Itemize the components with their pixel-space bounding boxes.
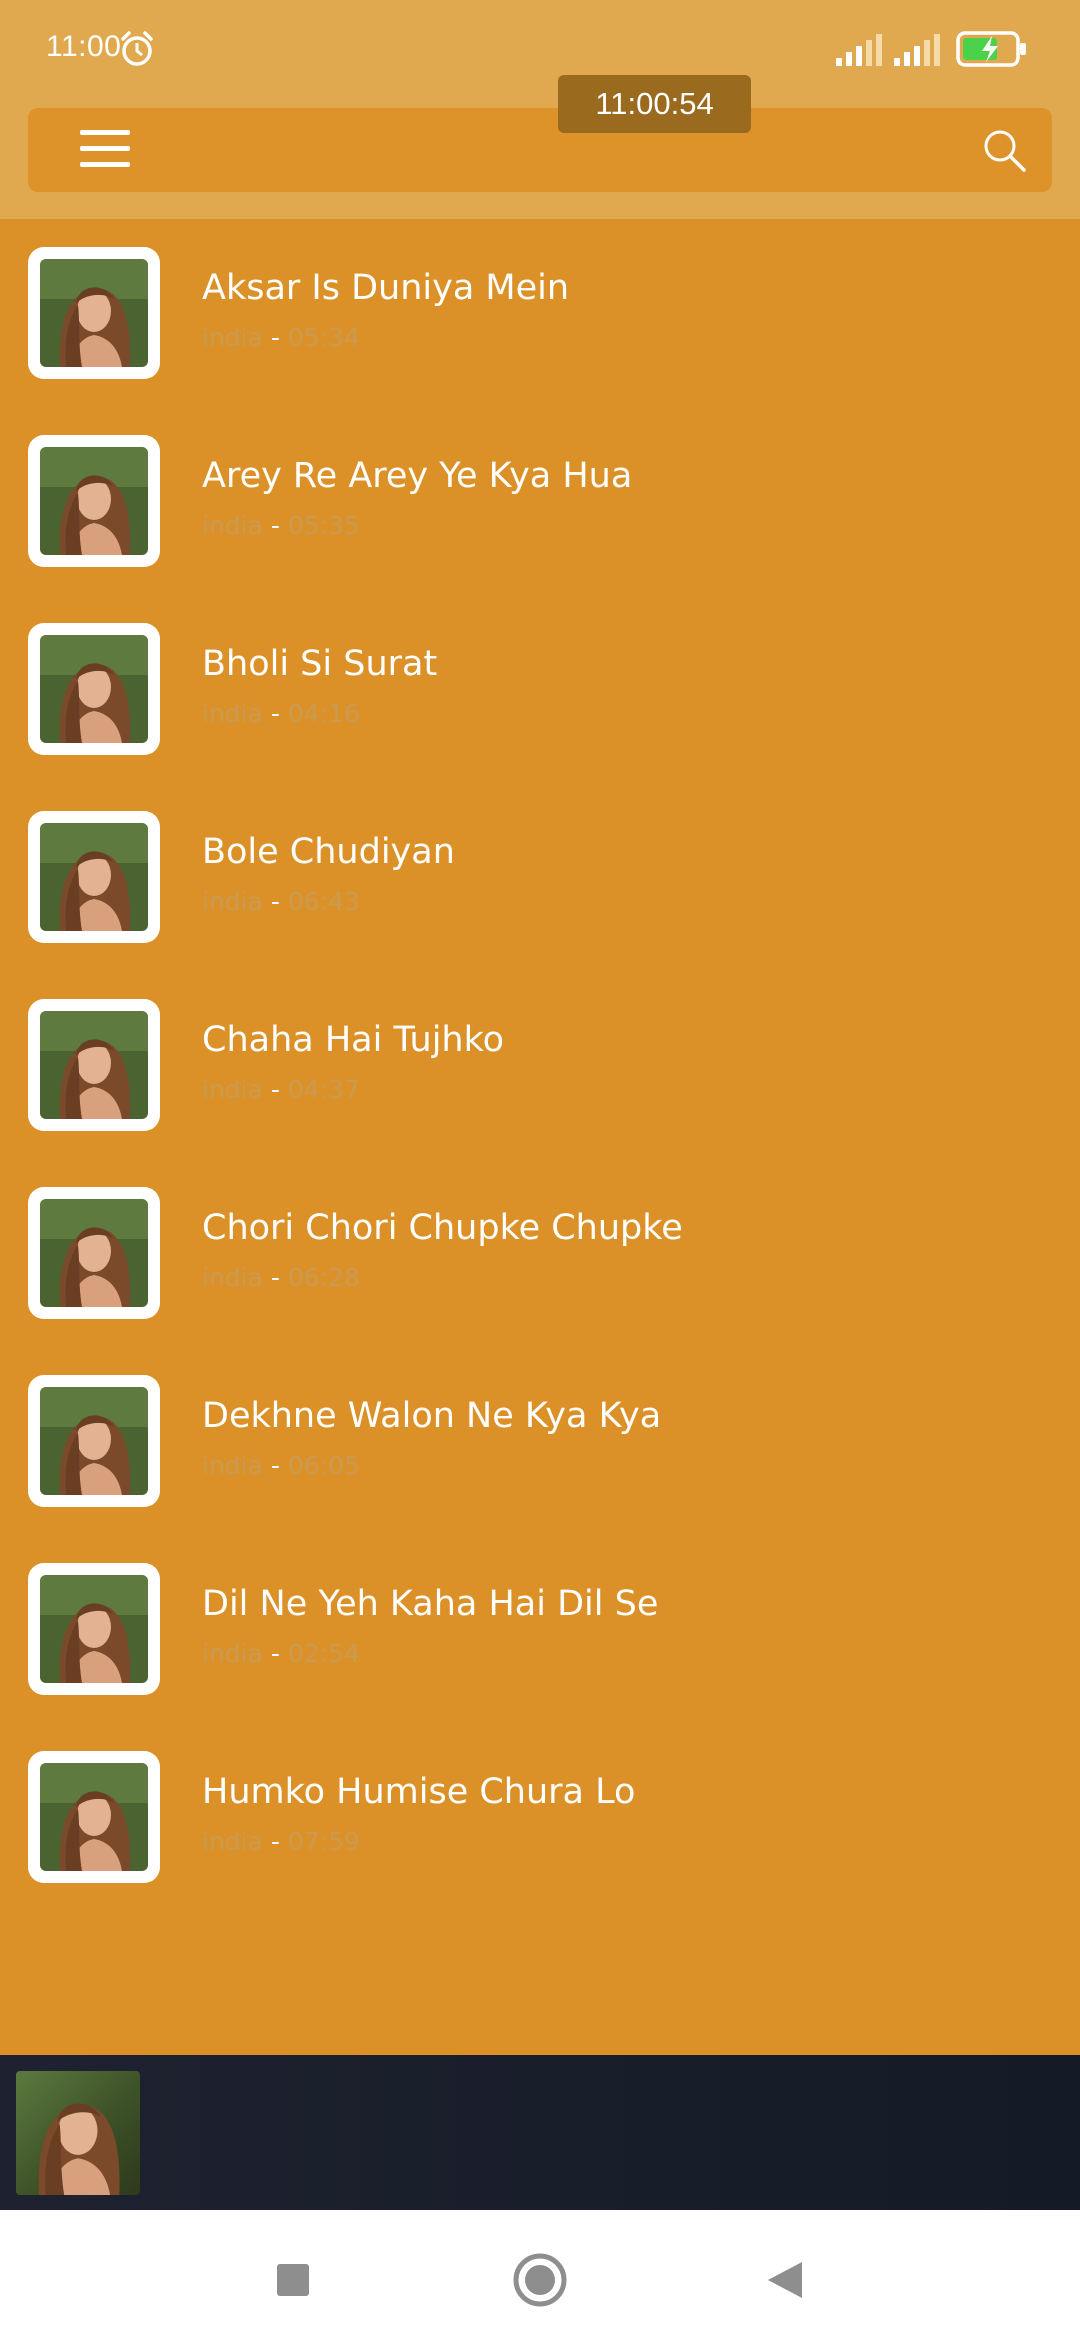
song-list-item[interactable]: Chori Chori Chupke Chupke india - 06:28 bbox=[0, 1159, 1080, 1347]
song-thumbnail[interactable] bbox=[28, 1563, 160, 1695]
song-meta: india - 05:34 bbox=[202, 323, 360, 352]
song-title: Aksar Is Duniya Mein bbox=[202, 268, 570, 308]
song-duration: 06:28 bbox=[287, 1263, 360, 1292]
mini-player[interactable] bbox=[0, 2055, 1080, 2210]
song-thumbnail[interactable] bbox=[28, 435, 160, 567]
song-list-item[interactable]: Dil Ne Yeh Kaha Hai Dil Se india - 02:54 bbox=[0, 1535, 1080, 1723]
meta-separator: - bbox=[262, 1639, 288, 1668]
song-artist: india bbox=[202, 1827, 263, 1856]
back-triangle-icon[interactable] bbox=[756, 2250, 816, 2310]
song-title: Chaha Hai Tujhko bbox=[202, 1020, 505, 1060]
battery-charging-icon bbox=[956, 31, 1026, 67]
song-meta: india - 06:43 bbox=[202, 887, 360, 916]
song-thumbnail[interactable] bbox=[28, 999, 160, 1131]
song-duration: 05:34 bbox=[287, 323, 360, 352]
song-artist: india bbox=[202, 511, 263, 540]
song-thumbnail[interactable] bbox=[28, 1375, 160, 1507]
meta-separator: - bbox=[262, 1075, 288, 1104]
song-meta: india - 04:37 bbox=[202, 1075, 360, 1104]
header-area: 11:00 bbox=[0, 0, 1080, 219]
meta-separator: - bbox=[262, 511, 288, 540]
meta-separator: - bbox=[262, 699, 288, 728]
song-meta: india - 04:16 bbox=[202, 699, 360, 728]
song-title: Chori Chori Chupke Chupke bbox=[202, 1208, 683, 1248]
song-title: Dil Ne Yeh Kaha Hai Dil Se bbox=[202, 1584, 659, 1624]
song-thumbnail[interactable] bbox=[28, 247, 160, 379]
meta-separator: - bbox=[262, 1263, 288, 1292]
song-meta: india - 06:28 bbox=[202, 1263, 360, 1292]
status-time: 11:00 bbox=[46, 30, 122, 63]
timer-badge: 11:00:54 bbox=[558, 75, 751, 133]
recents-square-icon[interactable] bbox=[263, 2250, 323, 2310]
song-artist: india bbox=[202, 1075, 263, 1104]
song-list: Aksar Is Duniya Mein india - 05:34 Arey … bbox=[0, 219, 1080, 1911]
signal-icon bbox=[836, 34, 882, 66]
home-circle-icon[interactable] bbox=[510, 2250, 570, 2310]
search-icon[interactable] bbox=[980, 126, 1028, 174]
song-duration: 07:59 bbox=[287, 1827, 360, 1856]
song-duration: 05:35 bbox=[287, 511, 360, 540]
song-list-item[interactable]: Humko Humise Chura Lo india - 07:59 bbox=[0, 1723, 1080, 1911]
meta-separator: - bbox=[262, 323, 288, 352]
song-meta: india - 06:05 bbox=[202, 1451, 360, 1480]
song-list-item[interactable]: Aksar Is Duniya Mein india - 05:34 bbox=[0, 219, 1080, 407]
song-duration: 04:16 bbox=[287, 699, 360, 728]
app-toolbar bbox=[28, 108, 1052, 192]
meta-separator: - bbox=[262, 1827, 288, 1856]
song-list-item[interactable]: Bole Chudiyan india - 06:43 bbox=[0, 783, 1080, 971]
song-meta: india - 07:59 bbox=[202, 1827, 360, 1856]
song-title: Humko Humise Chura Lo bbox=[202, 1772, 636, 1812]
system-nav-bar bbox=[0, 2210, 1080, 2340]
menu-icon[interactable] bbox=[78, 128, 132, 172]
song-artist: india bbox=[202, 323, 263, 352]
song-artist: india bbox=[202, 1263, 263, 1292]
song-artist: india bbox=[202, 699, 263, 728]
player-album-art[interactable] bbox=[16, 2071, 140, 2195]
song-duration: 02:54 bbox=[287, 1639, 360, 1668]
song-duration: 04:37 bbox=[287, 1075, 360, 1104]
song-title: Bholi Si Surat bbox=[202, 644, 438, 684]
alarm-icon bbox=[121, 31, 153, 66]
song-list-item[interactable]: Arey Re Arey Ye Kya Hua india - 05:35 bbox=[0, 407, 1080, 595]
song-meta: india - 05:35 bbox=[202, 511, 360, 540]
song-title: Arey Re Arey Ye Kya Hua bbox=[202, 456, 633, 496]
meta-separator: - bbox=[262, 887, 288, 916]
song-list-item[interactable]: Chaha Hai Tujhko india - 04:37 bbox=[0, 971, 1080, 1159]
song-duration: 06:43 bbox=[287, 887, 360, 916]
song-artist: india bbox=[202, 1639, 263, 1668]
song-thumbnail[interactable] bbox=[28, 623, 160, 755]
meta-separator: - bbox=[262, 1451, 288, 1480]
song-artist: india bbox=[202, 1451, 263, 1480]
status-bar: 11:00 bbox=[0, 0, 1080, 100]
song-list-item[interactable]: Bholi Si Surat india - 04:16 bbox=[0, 595, 1080, 783]
song-title: Bole Chudiyan bbox=[202, 832, 455, 872]
song-title: Dekhne Walon Ne Kya Kya bbox=[202, 1396, 662, 1436]
signal-icon bbox=[894, 34, 940, 66]
song-thumbnail[interactable] bbox=[28, 811, 160, 943]
song-meta: india - 02:54 bbox=[202, 1639, 360, 1668]
song-artist: india bbox=[202, 887, 263, 916]
song-list-item[interactable]: Dekhne Walon Ne Kya Kya india - 06:05 bbox=[0, 1347, 1080, 1535]
song-thumbnail[interactable] bbox=[28, 1751, 160, 1883]
song-thumbnail[interactable] bbox=[28, 1187, 160, 1319]
song-duration: 06:05 bbox=[287, 1451, 360, 1480]
